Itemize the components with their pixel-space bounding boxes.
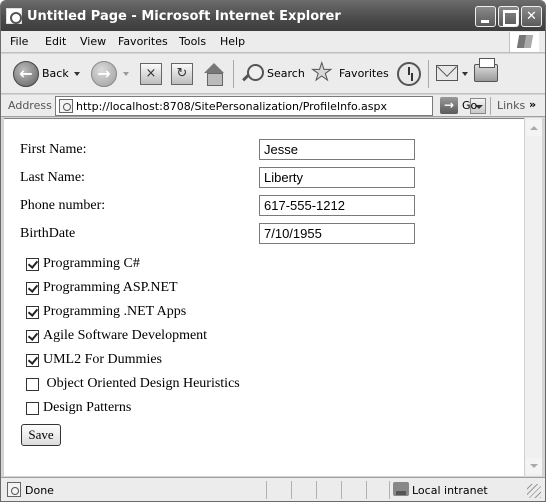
status-text: Done [25,484,54,497]
page-content: First Name: Last Name: Phone number: Bir… [4,118,524,476]
book-checkbox[interactable] [26,402,39,415]
forward-button[interactable]: → [89,54,133,94]
menu-help[interactable]: Help [220,35,245,48]
mail-dropdown-icon[interactable] [462,72,468,76]
status-pane-divider [366,481,367,499]
status-pane-divider [266,481,267,499]
go-button[interactable]: Go [462,99,477,112]
resize-grip-icon[interactable] [527,484,541,498]
status-bar: Done Local intranet [1,477,545,501]
book-checkbox[interactable] [26,258,39,271]
toolbar-separator [428,60,429,88]
favorites-button[interactable]: ★ Favorites [311,54,389,94]
toolbar: ← Back → × ↻ Search ★ Favorites [1,54,545,94]
back-label: Back [42,67,69,80]
mail-button[interactable] [434,54,470,94]
minimize-button[interactable] [475,6,496,27]
birthdate-field[interactable] [259,223,415,244]
back-button[interactable]: ← Back [9,54,85,94]
home-icon[interactable] [203,63,225,86]
book-checkbox[interactable] [26,354,39,367]
status-pane-divider [341,481,342,499]
vertical-scrollbar[interactable] [524,118,542,476]
security-zone-label: Local intranet [412,484,488,497]
first-name-field[interactable] [259,139,415,160]
history-icon[interactable] [397,62,421,86]
book-checkbox[interactable] [26,306,39,319]
ie-page-icon [59,99,73,113]
menu-favorites[interactable]: Favorites [118,35,168,48]
windows-logo-icon [509,32,539,52]
refresh-icon[interactable]: ↻ [171,63,193,85]
close-button[interactable]: ✕ [521,6,542,27]
book-label[interactable]: UML2 For Dummies [43,352,162,368]
book-label[interactable]: Object Oriented Design Heuristics [43,376,240,392]
maximize-button[interactable] [498,6,519,27]
book-checkbox[interactable] [26,282,39,295]
back-dropdown-icon[interactable] [74,72,80,76]
menu-edit[interactable]: Edit [45,35,66,48]
scroll-up-icon[interactable] [526,120,542,136]
search-icon [241,63,264,85]
book-label[interactable]: Programming C# [43,256,140,272]
save-button[interactable]: Save [21,424,61,446]
phone-field[interactable] [259,195,415,216]
mail-icon [436,65,458,81]
book-checkbox[interactable] [26,330,39,343]
links-button[interactable]: Links [497,99,525,112]
favorites-label: Favorites [339,67,389,80]
forward-dropdown-icon[interactable] [123,72,129,76]
links-chevron-icon[interactable]: » [529,98,536,111]
address-input[interactable]: http://localhost:8708/SitePersonalizatio… [55,96,486,116]
menu-view[interactable]: View [80,35,106,48]
menu-file[interactable]: File [10,35,28,48]
status-pane-divider [291,481,292,499]
birthdate-label: BirthDate [20,226,76,241]
menu-tools[interactable]: Tools [179,35,206,48]
address-url[interactable]: http://localhost:8708/SitePersonalizatio… [76,100,387,113]
book-label[interactable]: Programming ASP.NET [43,280,178,296]
print-icon[interactable] [474,58,498,82]
scroll-down-icon[interactable] [526,458,542,474]
last-name-label: Last Name: [20,170,85,185]
browser-window: Untitled Page - Microsoft Internet Explo… [0,0,546,502]
menu-bar: File Edit View Favorites Tools Help [1,31,545,53]
favorites-star-icon: ★ [311,58,333,86]
toolbar-separator [233,60,234,88]
title-bar[interactable]: Untitled Page - Microsoft Internet Explo… [1,1,545,31]
back-arrow-icon: ← [13,61,39,87]
first-name-label: First Name: [20,142,87,157]
links-separator [490,97,491,115]
go-arrow-icon[interactable]: → [440,97,458,114]
ie-page-icon [7,482,21,497]
window-title: Untitled Page - Microsoft Internet Explo… [27,9,341,24]
status-pane-divider [389,481,390,499]
book-label[interactable]: Design Patterns [43,400,131,416]
forward-arrow-icon: → [91,61,117,87]
address-label: Address [8,99,52,112]
search-button[interactable]: Search [239,54,305,94]
search-label: Search [267,67,305,80]
book-label[interactable]: Programming .NET Apps [43,304,186,320]
book-checkbox[interactable] [26,378,39,391]
phone-label: Phone number: [20,198,106,213]
stop-icon[interactable]: × [140,63,162,85]
last-name-field[interactable] [259,167,415,188]
book-label[interactable]: Agile Software Development [43,328,207,344]
status-pane-divider [316,481,317,499]
address-bar: Address http://localhost:8708/SitePerson… [1,95,545,117]
ie-page-icon [6,8,22,24]
local-intranet-icon [393,482,409,496]
